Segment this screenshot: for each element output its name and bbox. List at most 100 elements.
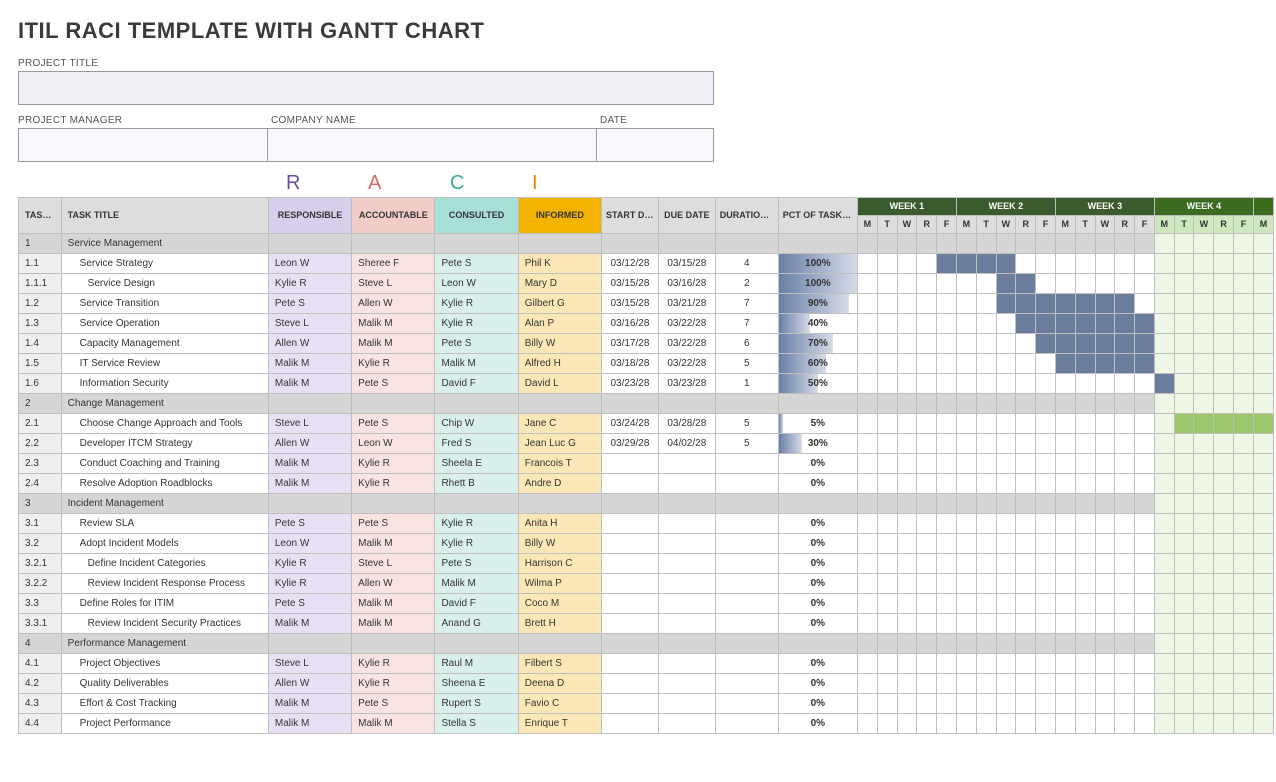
gantt-cell <box>917 274 937 294</box>
gantt-cell <box>1075 714 1095 734</box>
gantt-cell <box>1214 354 1234 374</box>
gantt-cell <box>1075 554 1095 574</box>
cell-consulted: Malik M <box>435 574 518 594</box>
gantt-cell <box>1115 574 1135 594</box>
cell-informed: Alan P <box>518 314 601 334</box>
cell-informed <box>518 494 601 514</box>
gantt-cell <box>857 594 877 614</box>
gantt-cell <box>1095 274 1115 294</box>
gantt-cell <box>1135 454 1155 474</box>
gantt-cell <box>996 594 1016 614</box>
gantt-cell <box>1055 694 1075 714</box>
gantt-cell <box>877 534 897 554</box>
gantt-cell <box>917 394 937 414</box>
gantt-cell <box>976 674 996 694</box>
gantt-cell <box>937 494 957 514</box>
cell-id: 4.1 <box>19 654 62 674</box>
gantt-cell <box>1194 294 1214 314</box>
cell-start-date <box>602 494 659 514</box>
gantt-cell <box>1214 654 1234 674</box>
hdr-day: R <box>1214 216 1234 234</box>
cell-duration <box>715 654 778 674</box>
cell-pct: 0% <box>778 454 857 474</box>
gantt-cell <box>1115 494 1135 514</box>
gantt-cell <box>1214 554 1234 574</box>
cell-id: 3 <box>19 494 62 514</box>
gantt-cell <box>1055 314 1075 334</box>
gantt-cell <box>956 614 976 634</box>
gantt-cell <box>937 614 957 634</box>
gantt-cell <box>877 494 897 514</box>
hdr-day: F <box>1234 216 1254 234</box>
cell-id: 4.2 <box>19 674 62 694</box>
cell-informed: Coco M <box>518 594 601 614</box>
cell-due-date: 03/22/28 <box>658 314 715 334</box>
gantt-cell <box>1075 654 1095 674</box>
gantt-cell <box>1253 654 1273 674</box>
gantt-cell <box>976 694 996 714</box>
gantt-cell <box>857 394 877 414</box>
gantt-cell <box>976 414 996 434</box>
company-name-input[interactable] <box>267 128 597 162</box>
gantt-cell <box>897 474 917 494</box>
cell-duration: 5 <box>715 434 778 454</box>
gantt-cell <box>1075 274 1095 294</box>
gantt-cell <box>1234 714 1254 734</box>
cell-id: 1.3 <box>19 314 62 334</box>
gantt-cell <box>1095 334 1115 354</box>
gantt-cell <box>956 514 976 534</box>
gantt-cell <box>1194 694 1214 714</box>
cell-due-date <box>658 574 715 594</box>
cell-duration <box>715 594 778 614</box>
gantt-cell <box>1234 414 1254 434</box>
cell-start-date: 03/29/28 <box>602 434 659 454</box>
cell-due-date <box>658 474 715 494</box>
gantt-cell <box>937 434 957 454</box>
project-manager-input[interactable] <box>18 128 268 162</box>
cell-duration <box>715 394 778 414</box>
cell-accountable: Allen W <box>352 294 435 314</box>
cell-id: 1 <box>19 234 62 254</box>
gantt-cell <box>1174 254 1194 274</box>
gantt-cell <box>996 714 1016 734</box>
gantt-cell <box>996 494 1016 514</box>
gantt-cell <box>1095 714 1115 734</box>
gantt-cell <box>1194 714 1214 734</box>
cell-title: Review SLA <box>61 514 268 534</box>
gantt-cell <box>976 634 996 654</box>
gantt-cell <box>1016 454 1036 474</box>
gantt-cell <box>1174 494 1194 514</box>
gantt-cell <box>917 434 937 454</box>
gantt-cell <box>857 674 877 694</box>
gantt-cell <box>956 414 976 434</box>
gantt-cell <box>1055 354 1075 374</box>
date-input[interactable] <box>596 128 714 162</box>
gantt-cell <box>996 554 1016 574</box>
gantt-cell <box>1036 634 1056 654</box>
gantt-cell <box>1154 354 1174 374</box>
cell-title: Define Incident Categories <box>61 554 268 574</box>
cell-title: Service Management <box>61 234 268 254</box>
gantt-cell <box>996 294 1016 314</box>
cell-duration: 6 <box>715 334 778 354</box>
gantt-cell <box>877 574 897 594</box>
gantt-cell <box>1055 454 1075 474</box>
gantt-cell <box>1036 374 1056 394</box>
gantt-cell <box>1174 314 1194 334</box>
gantt-cell <box>877 354 897 374</box>
gantt-cell <box>1194 534 1214 554</box>
gantt-cell <box>877 454 897 474</box>
project-title-input[interactable] <box>18 71 714 105</box>
cell-id: 1.2 <box>19 294 62 314</box>
cell-id: 1.4 <box>19 334 62 354</box>
raci-legend: R A C I <box>286 172 1258 195</box>
cell-title: Service Operation <box>61 314 268 334</box>
gantt-cell <box>976 614 996 634</box>
cell-start-date <box>602 714 659 734</box>
cell-duration: 5 <box>715 414 778 434</box>
gantt-cell <box>1135 274 1155 294</box>
cell-title: Change Management <box>61 394 268 414</box>
gantt-cell <box>1174 514 1194 534</box>
gantt-cell <box>1174 614 1194 634</box>
hdr-day: W <box>1194 216 1214 234</box>
